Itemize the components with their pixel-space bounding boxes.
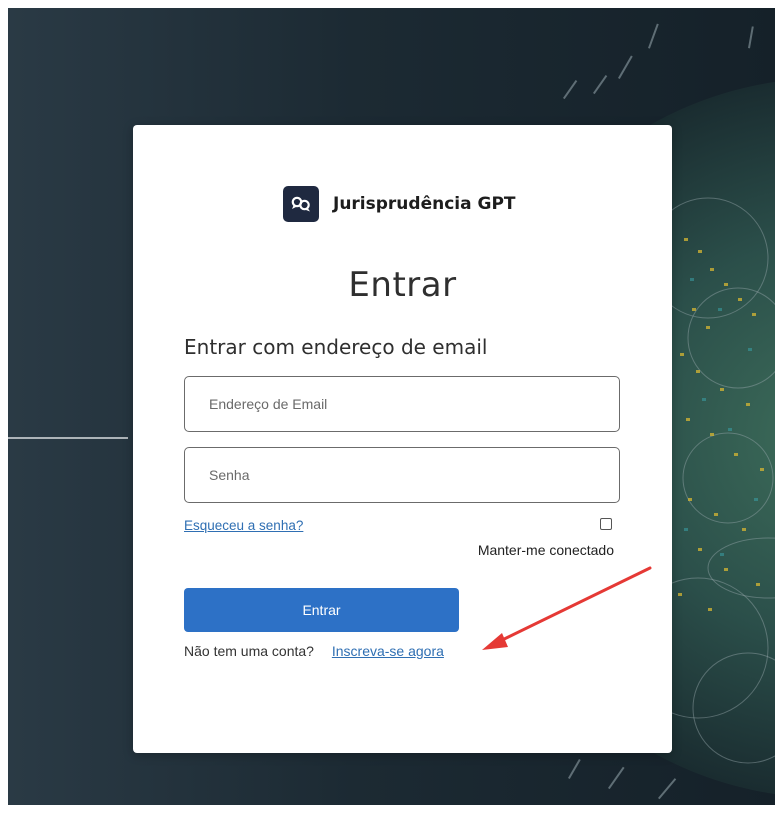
password-input[interactable] <box>184 447 620 503</box>
brand: Jurisprudência GPT <box>283 186 516 222</box>
login-card: Jurisprudência GPT Entrar Entrar com end… <box>133 125 672 753</box>
signup-row: Não tem uma conta? Inscreva-se agora <box>184 643 444 659</box>
remember-me-checkbox[interactable] <box>600 518 612 530</box>
no-account-text: Não tem uma conta? <box>184 643 314 659</box>
login-subtitle: Entrar com endereço de email <box>184 335 488 359</box>
page-background: Jurisprudência GPT Entrar Entrar com end… <box>8 8 775 805</box>
remember-me-label: Manter-me conectado <box>477 542 614 558</box>
signup-link[interactable]: Inscreva-se agora <box>332 643 444 659</box>
forgot-password-link[interactable]: Esqueceu a senha? <box>184 518 303 533</box>
red-arrow-icon <box>482 566 652 650</box>
sign-in-button[interactable]: Entrar <box>184 588 459 632</box>
chat-bubbles-icon <box>283 186 319 222</box>
page-title: Entrar <box>348 265 457 305</box>
email-input[interactable] <box>184 376 620 432</box>
brand-name: Jurisprudência GPT <box>333 194 516 214</box>
